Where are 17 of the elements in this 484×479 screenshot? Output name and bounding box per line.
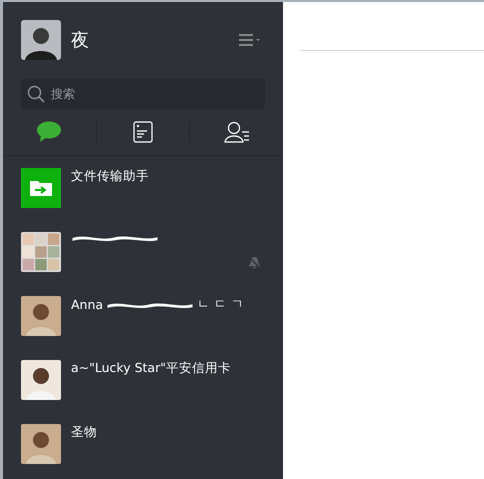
chat-name: 圣物 <box>71 424 97 441</box>
search-field[interactable]: 搜索 <box>21 79 265 109</box>
folder-avatar-icon <box>21 168 61 208</box>
chat-name: a~"Lucky Star"平安信用卡 <box>71 360 231 377</box>
muted-bell-icon <box>248 256 261 269</box>
contacts-tab-icon[interactable] <box>224 121 250 143</box>
chat-tab-icon[interactable] <box>36 121 62 143</box>
avatar <box>21 360 61 400</box>
menu-icon[interactable] <box>239 34 263 46</box>
chat-name: Anna <box>71 297 104 312</box>
chat-name-suffix: ㄴ ㄷ ㄱ <box>197 296 244 313</box>
avatar[interactable] <box>21 20 61 60</box>
document-tab-icon[interactable] <box>133 121 153 143</box>
avatar <box>21 424 61 464</box>
avatar <box>21 296 61 336</box>
user-name: 夜 <box>71 29 90 52</box>
chat-name: 文件传输助手 <box>71 168 149 185</box>
